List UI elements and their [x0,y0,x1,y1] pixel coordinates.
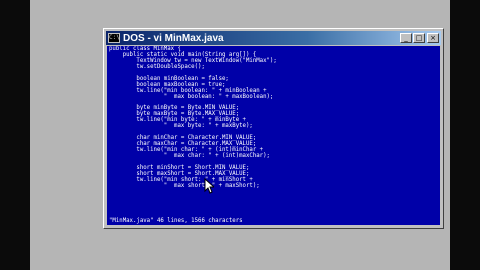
status-line: "MinMax.java" 46 lines, 1566 characters [109,218,243,224]
title-bar[interactable]: C:\ DOS - vi MinMax.java _ □ × [106,31,441,45]
window-title: DOS - vi MinMax.java [123,32,224,44]
dos-prompt-icon[interactable]: C:\ [108,33,120,43]
dos-window[interactable]: C:\ DOS - vi MinMax.java _ □ × public cl… [103,28,444,229]
code-line: " max short: " + maxShort); [109,182,260,189]
console-area[interactable]: public class MinMax { public static void… [107,46,440,225]
code-view: public class MinMax { public static void… [109,46,440,190]
desktop-background: C:\ DOS - vi MinMax.java _ □ × public cl… [30,0,450,270]
minimize-button[interactable]: _ [400,33,412,43]
mouse-pointer-icon [204,178,214,194]
close-button[interactable]: × [427,33,439,43]
maximize-button[interactable]: □ [413,33,425,43]
